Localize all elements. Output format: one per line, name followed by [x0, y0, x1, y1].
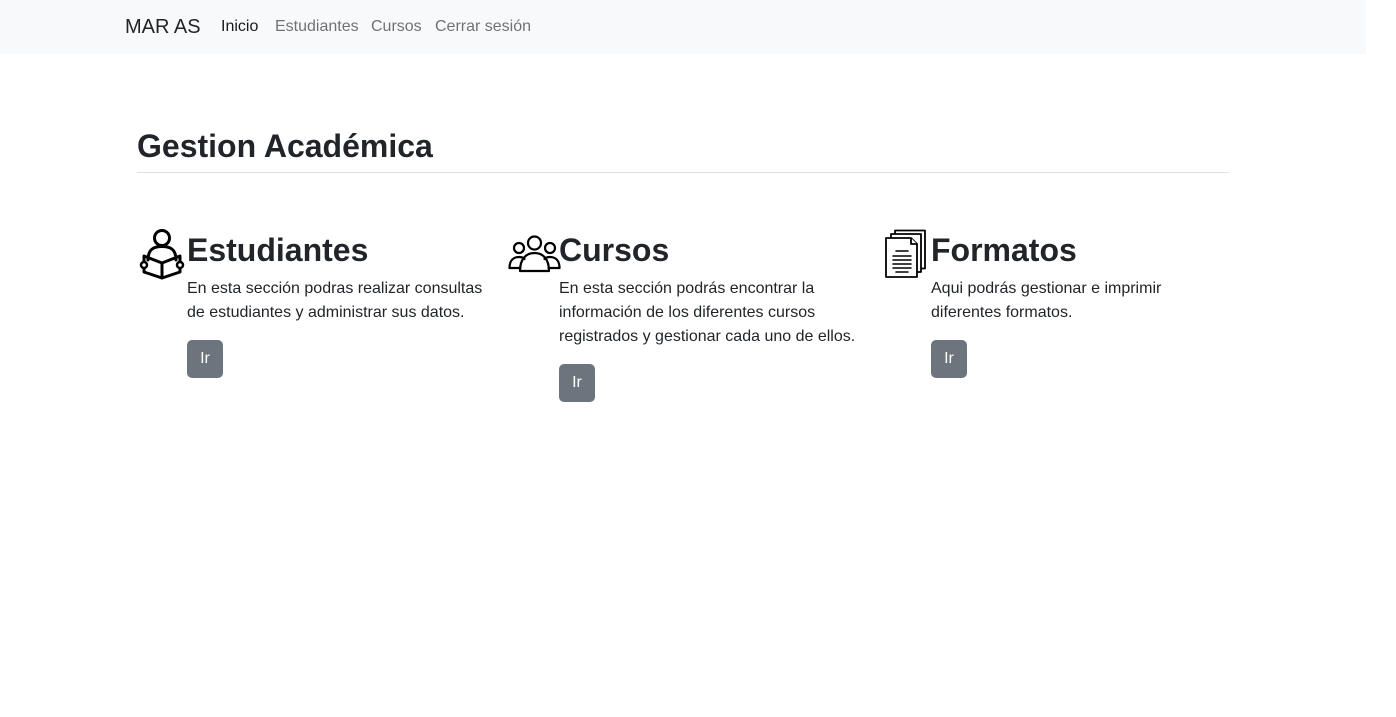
estudiantes-ir-button[interactable]: Ir — [187, 340, 223, 378]
people-group-icon — [508, 235, 561, 273]
description-line: En esta sección podras realizar consulta… — [187, 280, 483, 297]
description-line: información de los diferentes cursos — [559, 304, 816, 321]
description-line: Aqui podrás gestionar e imprimir — [931, 280, 1162, 297]
cursos-description: En esta sección podrás encontrar la infor… — [559, 277, 869, 349]
student-reading-icon — [139, 229, 185, 280]
estudiantes-description: En esta sección podras realizar consulta… — [187, 277, 487, 325]
title-divider — [137, 172, 1229, 173]
formatos-title: Formatos — [931, 232, 1077, 268]
formatos-description: Aqui podrás gestionar e imprimir diferent… — [931, 277, 1231, 325]
estudiantes-title: Estudiantes — [187, 232, 369, 268]
description-line: registrados y gestionar cada uno de ello… — [559, 328, 856, 345]
cursos-ir-button[interactable]: Ir — [559, 364, 595, 402]
nav-link-inicio[interactable]: Inicio — [221, 17, 258, 37]
page-title: Gestion Académica — [137, 128, 433, 164]
nav-link-cursos[interactable]: Cursos — [371, 17, 422, 37]
description-line: diferentes formatos. — [931, 304, 1073, 321]
nav-link-estudiantes[interactable]: Estudiantes — [275, 17, 359, 37]
nav-link-cerrar-sesion[interactable]: Cerrar sesión — [435, 17, 531, 37]
description-line: de estudiantes y administrar sus datos. — [187, 304, 465, 321]
formatos-ir-button[interactable]: Ir — [931, 340, 967, 378]
cursos-title: Cursos — [559, 232, 670, 268]
description-line: En esta sección podrás encontrar la — [559, 280, 815, 297]
navbar: MAR AS Inicio Estudiantes Cursos Cerrar … — [0, 0, 1366, 54]
brand-link[interactable]: MAR AS — [125, 14, 201, 40]
documents-icon — [885, 229, 926, 278]
